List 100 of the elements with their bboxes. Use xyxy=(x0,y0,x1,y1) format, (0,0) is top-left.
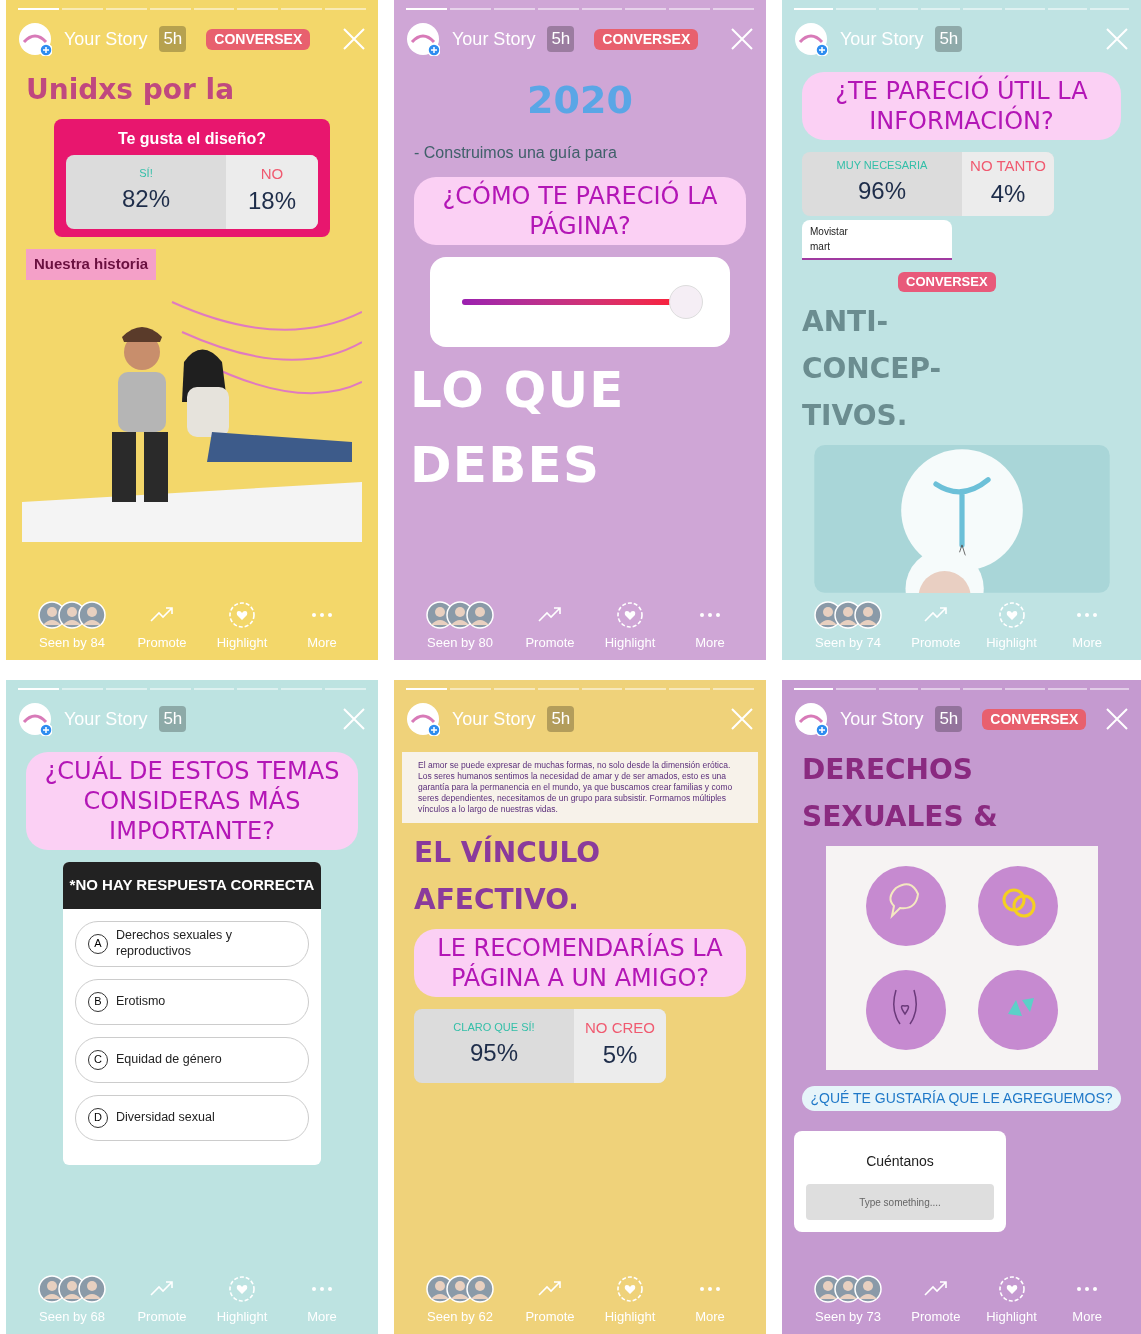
heart-circle-icon xyxy=(997,1274,1026,1303)
brand-logo: CONVERSEX xyxy=(206,28,311,50)
story-age: 5h xyxy=(935,706,963,732)
paragraph-text: El amor se puede expresar de muchas formas, no solo desde la dimensión erótica. Los seres humanos sentimos la necesidad de amar y de ser amados, esto es una garantía para la permanencia en el mundo, ya que buscamos crear familias y como seres dependientes, necesitamos de un grupo para subsistir. Formamos múltiples vínculos a lo largo de nuestras vidas. xyxy=(402,752,758,823)
avatar-icon[interactable] xyxy=(18,22,52,56)
story-title: Your Story xyxy=(452,27,536,51)
quiz-title: *NO HAY RESPUESTA CORRECTA xyxy=(63,862,321,909)
heart-circle-icon xyxy=(616,1274,644,1303)
story-action-button[interactable]: More xyxy=(290,1274,354,1326)
more-icon xyxy=(699,611,721,618)
avatar-icon[interactable] xyxy=(18,702,52,736)
poll-option-label[interactable]: MUY NECESARIA xyxy=(836,159,928,173)
story-action-button[interactable]: Highlight xyxy=(210,1274,274,1326)
rings-icon xyxy=(977,866,1058,946)
poll-percent: 18% xyxy=(247,186,296,217)
poll-percent: 4% xyxy=(990,178,1026,209)
question-sticker: LE RECOMENDARÍAS LA PÁGINA A UN AMIGO? xyxy=(414,929,746,997)
story-title: Your Story xyxy=(452,707,536,731)
option-label: Diversidad sexual xyxy=(116,1109,215,1126)
question-sticker: ¿CUÁL DE ESTOS TEMAS CONSIDERAS MÁS IMPORTANTE? xyxy=(26,752,358,850)
story-title: Your Story xyxy=(840,707,924,731)
more-icon xyxy=(311,611,333,618)
snippet-text: mart xyxy=(810,240,831,255)
story-action-button[interactable]: Highlight xyxy=(598,600,662,652)
story-action-button[interactable]: Promote xyxy=(518,600,582,652)
story-action-button[interactable]: Promote xyxy=(130,600,194,652)
story-action-button[interactable]: Promote xyxy=(518,1274,582,1326)
close-icon[interactable] xyxy=(1105,707,1129,731)
paragraph-text: - Construimos una guía para xyxy=(414,143,618,163)
story-action-button[interactable]: Highlight xyxy=(981,1274,1042,1326)
heart-circle-icon xyxy=(997,600,1026,629)
seen-by-count[interactable]: Seen by 74 xyxy=(815,632,881,652)
heart-circle-icon xyxy=(228,600,256,629)
viewer-avatar-icon[interactable] xyxy=(466,1274,494,1303)
story-action-button[interactable]: More xyxy=(678,600,742,652)
story-action-button[interactable]: Promote xyxy=(906,1274,966,1326)
story-age: 5h xyxy=(547,26,575,52)
avatar-icon[interactable] xyxy=(406,702,440,736)
story-action-button[interactable]: More xyxy=(678,1274,742,1326)
year-heading: 2020 xyxy=(527,77,633,124)
seen-by-count[interactable]: Seen by 73 xyxy=(815,1306,881,1326)
speech-bubble-icon xyxy=(865,866,946,946)
poll-percent: 96% xyxy=(857,176,906,206)
more-icon xyxy=(699,1285,721,1292)
close-icon[interactable] xyxy=(730,27,754,51)
story-action-button[interactable]: Highlight xyxy=(981,600,1042,652)
viewer-avatar-icon[interactable] xyxy=(466,600,494,629)
story-action-button[interactable]: More xyxy=(1057,600,1117,652)
heart-circle-icon xyxy=(228,1274,256,1303)
option-label: Equidad de género xyxy=(116,1051,222,1068)
heading-text: ANTI- xyxy=(802,303,890,339)
poll-option-label[interactable]: NO CREO xyxy=(585,1018,655,1038)
heading-text: DEBES xyxy=(410,434,602,496)
story-action-button[interactable]: Promote xyxy=(906,600,966,652)
question-banner: ¿QUÉ TE GUSTARÍA QUE LE AGREGUEMOS? xyxy=(802,1086,1121,1111)
heading-text: SEXUALES & xyxy=(802,799,999,834)
heading-text: LO QUE xyxy=(410,360,626,421)
poll-question: Te gusta el diseño? xyxy=(117,129,267,149)
story-title: Your Story xyxy=(840,27,924,51)
question-sticker: ¿CÓMO TE PARECIÓ LA PÁGINA? xyxy=(414,177,746,245)
brand-logo: CONVERSEX xyxy=(594,28,699,50)
poll-option-label[interactable]: CLARO QUE SÍ! xyxy=(453,1021,535,1035)
heart-circle-icon xyxy=(616,600,644,629)
story-age: 5h xyxy=(935,26,963,52)
heading-text: DERECHOS xyxy=(802,752,974,787)
seen-by-count[interactable]: Seen by 84 xyxy=(39,632,105,652)
story-title: Your Story xyxy=(64,27,148,51)
story-title: Your Story xyxy=(64,707,148,731)
heading-text: CONCEP- xyxy=(802,350,943,386)
avatar-icon[interactable] xyxy=(794,22,828,56)
viewer-avatar-icon[interactable] xyxy=(78,600,106,629)
heading-text: TIVOS. xyxy=(802,397,909,433)
heading-text: AFECTIVO. xyxy=(414,882,580,917)
seen-by-count[interactable]: Seen by 62 xyxy=(427,1306,493,1326)
viewer-avatar-icon[interactable] xyxy=(78,1274,106,1303)
seen-by-count[interactable]: Seen by 80 xyxy=(427,632,493,652)
poll-option-label[interactable]: NO TANTO xyxy=(970,156,1046,176)
slider-thumb[interactable] xyxy=(669,285,704,319)
story-action-button[interactable]: Promote xyxy=(130,1274,194,1326)
story-action-button[interactable]: Highlight xyxy=(598,1274,662,1326)
poll-option-label[interactable]: SÍ! xyxy=(139,167,153,181)
seen-by-count[interactable]: Seen by 68 xyxy=(39,1306,105,1326)
poll-percent: 82% xyxy=(121,183,170,214)
avatar-icon[interactable] xyxy=(794,702,828,736)
more-icon xyxy=(311,1285,333,1292)
viewer-avatar-icon[interactable] xyxy=(854,1274,882,1303)
answer-field[interactable]: Type something.... xyxy=(806,1184,994,1220)
poll-option-label[interactable]: NO xyxy=(260,164,284,184)
story-age: 5h xyxy=(547,706,575,732)
story-age: 5h xyxy=(159,706,187,732)
tag-label: Nuestra historia xyxy=(26,249,157,280)
viewer-avatar-icon[interactable] xyxy=(854,600,882,629)
story-action-button[interactable]: More xyxy=(1057,1274,1117,1326)
close-icon[interactable] xyxy=(730,707,754,731)
avatar-icon[interactable] xyxy=(406,22,440,56)
story-action-button[interactable]: Highlight xyxy=(210,600,274,652)
option-label: Derechos sexuales y reproductivos xyxy=(116,927,234,960)
question-sticker: ¿TE PARECIÓ ÚTIL LA INFORMACIÓN? xyxy=(802,72,1121,140)
heading-text: Unidxs por la xyxy=(26,72,236,107)
story-action-button[interactable]: More xyxy=(290,600,354,652)
